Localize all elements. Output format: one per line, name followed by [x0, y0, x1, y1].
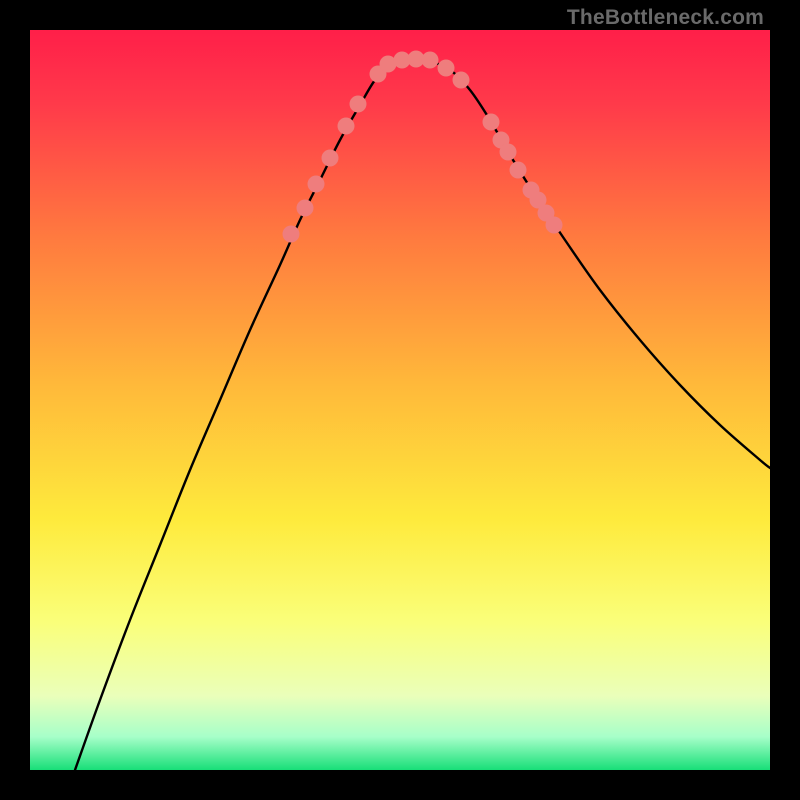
data-marker	[546, 217, 563, 234]
data-marker	[322, 150, 339, 167]
chart-svg	[30, 30, 770, 770]
data-marker	[510, 162, 527, 179]
data-marker	[350, 96, 367, 113]
data-marker	[283, 226, 300, 243]
data-marker	[297, 200, 314, 217]
data-marker	[338, 118, 355, 135]
chart-frame: TheBottleneck.com	[0, 0, 800, 800]
data-marker	[483, 114, 500, 131]
data-marker	[453, 72, 470, 89]
data-marker	[422, 52, 439, 69]
data-marker	[438, 60, 455, 77]
plot-area	[30, 30, 770, 770]
data-marker	[308, 176, 325, 193]
data-marker	[500, 144, 517, 161]
gradient-background	[30, 30, 770, 770]
attribution-text: TheBottleneck.com	[567, 6, 764, 30]
